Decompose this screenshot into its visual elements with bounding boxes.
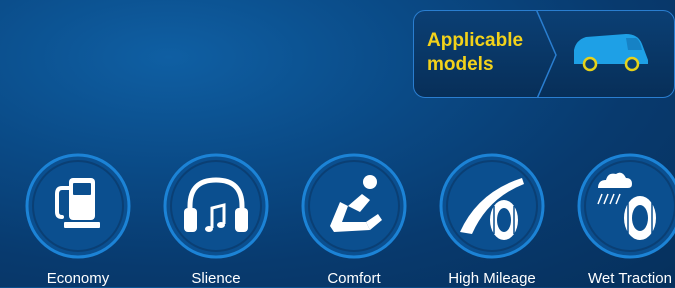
van-icon (574, 34, 648, 72)
feature-label: Wet Traction (588, 270, 672, 287)
feature-label: High Mileage (448, 270, 536, 287)
feature-label: Slience (191, 270, 241, 287)
page: { "applicable_models": { "label_line1": … (0, 0, 675, 287)
applicable-models-line1: Applicable (427, 30, 524, 51)
feature-label: Comfort (327, 270, 381, 287)
fuel-pump-icon (25, 153, 131, 259)
feature-label: Economy (46, 270, 110, 287)
feature-wet-traction[interactable]: Wet Traction (576, 152, 675, 287)
road-tire-icon (439, 153, 545, 259)
reclining-seat-icon (301, 153, 407, 259)
feature-slience[interactable]: Slience (162, 152, 270, 287)
rain-tire-icon (577, 153, 675, 259)
applicable-models-label: Applicable models (427, 29, 547, 77)
applicable-models-line2: models (427, 54, 494, 75)
feature-economy[interactable]: Economy (24, 152, 132, 287)
headphones-icon (163, 153, 269, 259)
feature-comfort[interactable]: Comfort (300, 152, 408, 287)
feature-high-mileage[interactable]: High Mileage (438, 152, 546, 287)
